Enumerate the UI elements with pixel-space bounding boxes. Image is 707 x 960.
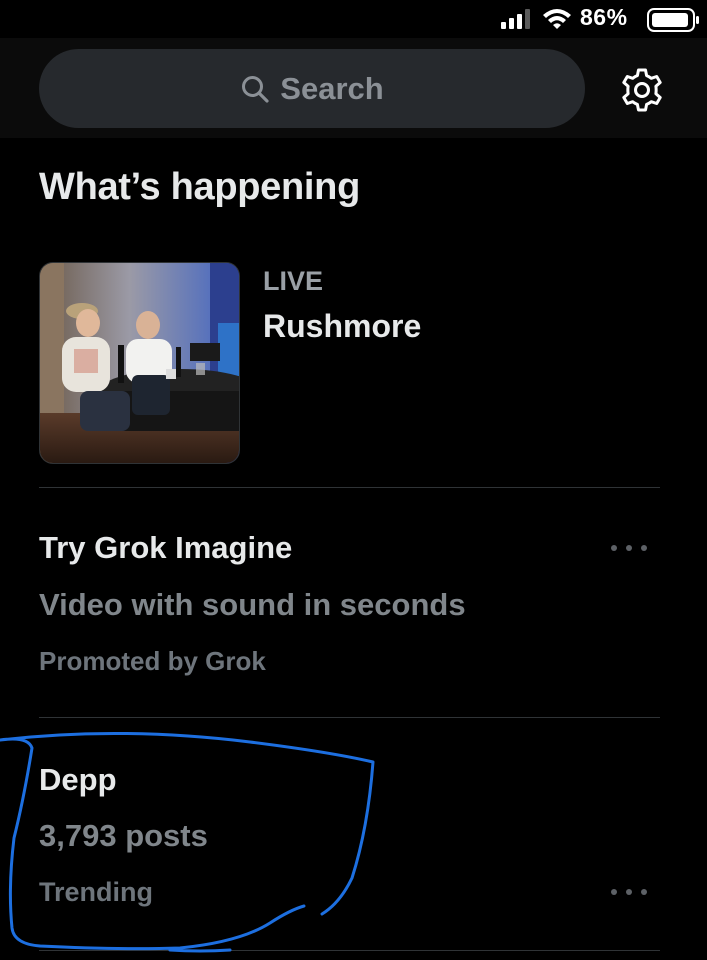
live-badge: LIVE (263, 266, 324, 296)
battery-percentage: 86% (580, 4, 628, 30)
status-bar: 86% (0, 0, 707, 38)
search-icon (242, 75, 269, 103)
trend-post-count: 3,793 posts (39, 818, 208, 853)
trend-item[interactable]: Depp 3,793 posts Trending (39, 750, 661, 930)
search-placeholder: Search (280, 70, 384, 106)
search-input[interactable]: Search (39, 49, 585, 128)
explore-header: Search (0, 38, 707, 138)
more-options-icon[interactable] (611, 882, 647, 902)
wifi-icon (543, 9, 571, 29)
live-title: Rushmore (263, 308, 422, 344)
battery-icon (647, 8, 699, 32)
promoted-title: Try Grok Imagine (39, 530, 293, 565)
promoted-subtitle: Video with sound in seconds (39, 587, 466, 622)
section-title: What’s happening (39, 166, 361, 208)
promoted-by-label: Promoted by Grok (39, 646, 266, 676)
live-event-card[interactable]: LIVE Rushmore (39, 262, 661, 466)
promoted-trend-item[interactable]: Try Grok Imagine Video with sound in sec… (39, 520, 661, 690)
gear-icon[interactable] (618, 66, 666, 114)
live-thumbnail (39, 262, 240, 464)
divider (39, 950, 660, 951)
trend-context: Trending (39, 877, 153, 907)
more-options-icon[interactable] (611, 538, 647, 558)
divider (39, 487, 660, 488)
divider (39, 717, 660, 718)
cellular-signal-icon (501, 9, 530, 29)
trend-title: Depp (39, 762, 117, 797)
